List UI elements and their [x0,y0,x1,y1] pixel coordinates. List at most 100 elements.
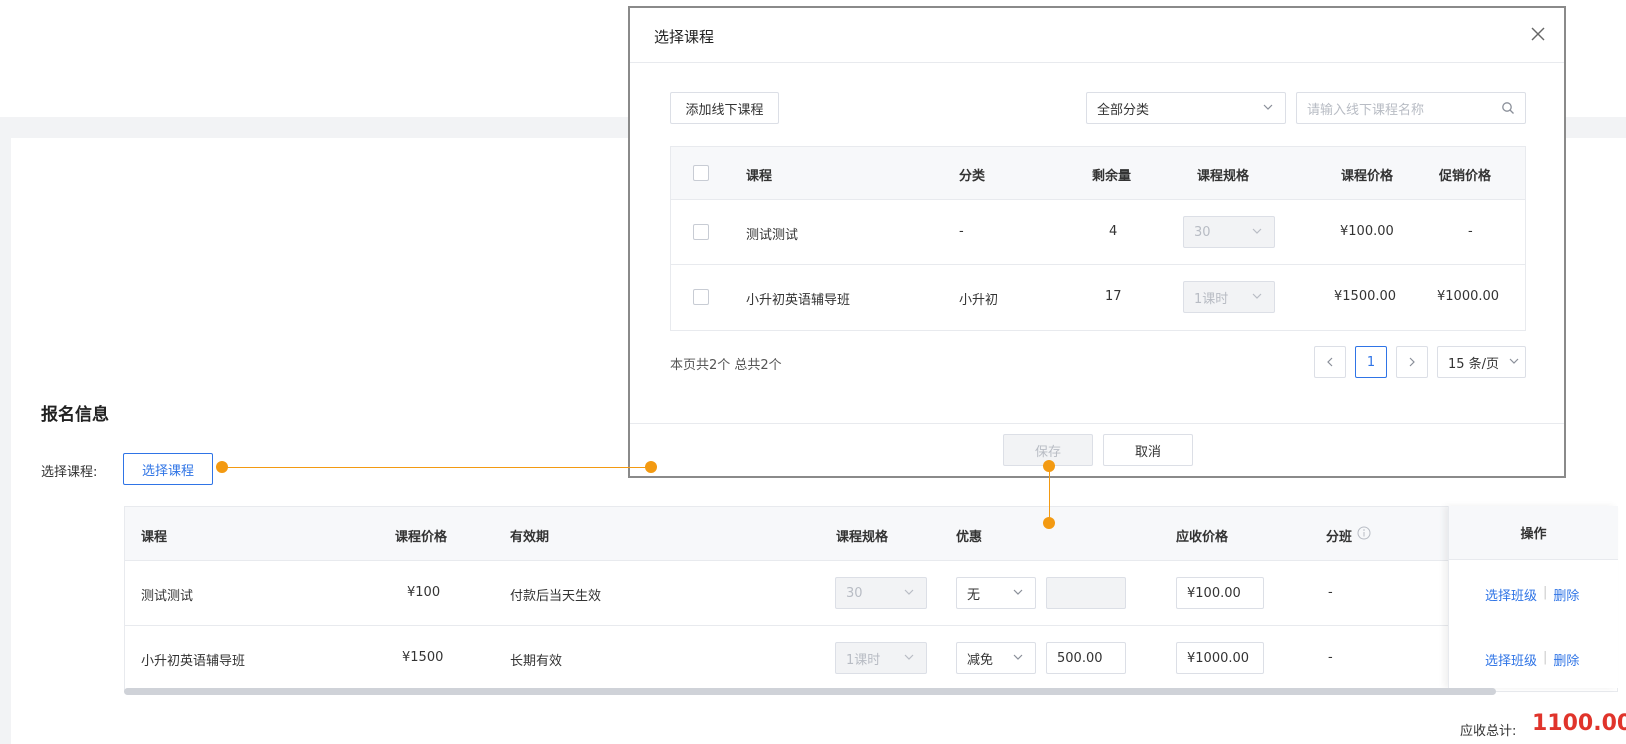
spec-select[interactable]: 30 [1183,216,1275,248]
connector-dot [216,461,228,473]
row-checkbox[interactable] [693,224,709,240]
row-course: 小升初英语辅导班 [746,293,851,308]
row-actions: 选择班级 | 删除 [1485,585,1579,604]
connector-line [222,467,651,468]
discount-value: 减免 [967,652,994,668]
chevron-down-icon [1252,228,1262,234]
table-row: 小升初英语辅导班 小升初 17 1课时 ¥1500.00 ¥1000.00 [671,265,1525,330]
spec-select[interactable]: 30 [835,577,927,609]
select-class-link[interactable]: 选择班级 [1485,650,1537,669]
row-promo: ¥1000.00 [1437,289,1500,304]
row-course: 测试测试 [746,228,799,243]
category-select[interactable]: 全部分类 [1086,92,1286,124]
select-course-label: 选择课程: [41,465,98,480]
cancel-button[interactable]: 取消 [1103,434,1193,466]
row-category: 小升初 [959,293,999,308]
row-validity: 付款后当天生效 [510,589,602,604]
row-remaining: 17 [1105,289,1122,304]
table-row: 测试测试 - 4 30 ¥100.00 - [671,200,1525,265]
header-price: 课程价格 [395,530,448,545]
header-spec: 课程规格 [836,530,889,545]
divider: | [1543,650,1548,665]
spec-value: 1课时 [846,652,881,668]
horizontal-scrollbar[interactable] [124,688,1496,695]
spec-value: 1课时 [1194,291,1229,307]
add-offline-course-button[interactable]: 添加线下课程 [670,92,779,124]
discount-amount-input[interactable] [1046,577,1126,609]
row-price: ¥1500.00 [1334,289,1397,304]
row-price: ¥100 [407,585,441,600]
row-validity: 长期有效 [510,654,563,669]
spec-select[interactable]: 1课时 [835,642,927,674]
table-header: 课程 课程价格 有效期 课程规格 优惠 应收价格 分班 [125,507,1617,561]
header-price: 课程价格 [1341,169,1394,184]
item-count-text: 本页共2个 总共2个 [670,358,782,373]
search-input[interactable]: 请输入线下课程名称 [1296,92,1526,124]
chevron-down-icon [1013,654,1023,660]
chevron-down-icon [1263,104,1273,110]
header-class: 分班 [1326,530,1353,545]
chevron-right-icon [1409,357,1415,367]
select-all-checkbox[interactable] [693,165,709,181]
divider [630,62,1564,63]
discount-amount-input[interactable]: 500.00 [1046,642,1126,674]
row-category: - [959,224,964,239]
total-label: 应收总计: [1460,724,1517,739]
select-class-link[interactable]: 选择班级 [1485,585,1537,604]
chevron-down-icon [904,589,914,595]
table-row: 小升初英语辅导班 ¥1500 长期有效 1课时 减免 500.00 ¥1000.… [125,626,1617,691]
header-spec: 课程规格 [1197,169,1250,184]
header-remaining: 剩余量 [1092,169,1132,184]
header-receivable: 应收价格 [1176,530,1229,545]
delete-link[interactable]: 删除 [1553,585,1579,604]
total-value: 1100.00 [1532,711,1626,736]
header-category: 分类 [959,169,986,184]
search-placeholder: 请输入线下课程名称 [1307,102,1425,118]
select-course-button[interactable]: 选择课程 [123,453,213,485]
next-page-button[interactable] [1396,346,1428,378]
close-icon[interactable] [1530,26,1546,42]
row-class: - [1328,585,1333,600]
row-checkbox[interactable] [693,289,709,305]
delete-link[interactable]: 删除 [1553,650,1579,669]
operation-column: 操作 选择班级 | 删除 选择班级 | 删除 [1448,506,1618,688]
search-icon[interactable] [1501,101,1515,115]
prev-page-button[interactable] [1314,346,1346,378]
info-icon[interactable] [1357,526,1371,540]
row-course: 测试测试 [141,589,194,604]
page-size-value: 15 条/页 [1448,356,1500,372]
spec-select[interactable]: 1课时 [1183,281,1275,313]
row-price: ¥100.00 [1340,224,1394,239]
header-course: 课程 [141,530,168,545]
connector-dot [645,461,657,473]
row-price: ¥1500 [402,650,444,665]
row-actions: 选择班级 | 删除 [1485,650,1579,669]
discount-select[interactable]: 无 [956,577,1036,609]
header-operation: 操作 [1449,506,1618,560]
divider: | [1543,585,1548,600]
spec-value: 30 [846,585,863,601]
header-course: 课程 [746,169,773,184]
connector-dot [1043,517,1055,529]
row-class: - [1328,650,1333,665]
enrollment-table: 课程 课程价格 有效期 课程规格 优惠 应收价格 分班 测试测试 ¥100 付款… [124,506,1618,692]
discount-select[interactable]: 减免 [956,642,1036,674]
connector-line [1049,466,1050,523]
spec-value: 30 [1194,224,1211,240]
chevron-down-icon [1013,589,1023,595]
row-remaining: 4 [1109,224,1118,239]
course-table: 课程 分类 剩余量 课程规格 课程价格 促销价格 测试测试 - 4 30 ¥10… [670,146,1526,331]
divider [630,423,1564,424]
receivable-input[interactable]: ¥100.00 [1176,577,1264,609]
select-course-dialog: 选择课程 添加线下课程 全部分类 请输入线下课程名称 课程 分类 剩余量 课程规… [628,6,1566,478]
table-row: 测试测试 ¥100 付款后当天生效 30 无 ¥100.00 - [125,561,1617,626]
chevron-down-icon [904,654,914,660]
receivable-input[interactable]: ¥1000.00 [1176,642,1264,674]
page-number-button[interactable]: 1 [1355,346,1387,378]
table-header: 课程 分类 剩余量 课程规格 课程价格 促销价格 [671,147,1525,200]
page-size-select[interactable]: 15 条/页 [1437,346,1526,378]
header-discount: 优惠 [956,530,983,545]
row-promo: - [1468,224,1473,239]
chevron-down-icon [1252,293,1262,299]
category-value: 全部分类 [1097,102,1150,118]
